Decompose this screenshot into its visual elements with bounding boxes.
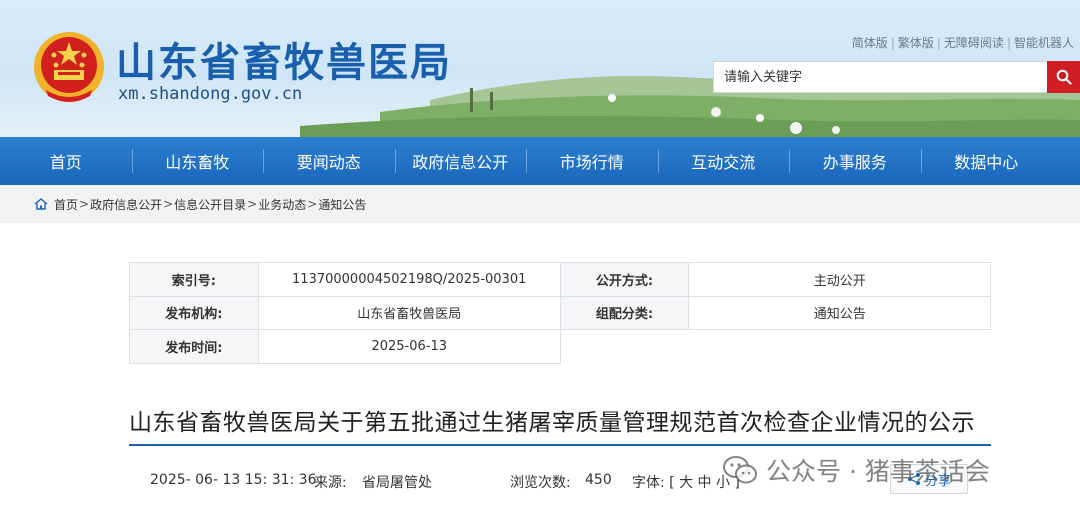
- nav-item-news[interactable]: 要闻动态: [263, 137, 395, 185]
- info-table: 索引号: 11370000004502198Q/2025-00301 公开方式:…: [129, 262, 991, 364]
- index-value: 11370000004502198Q/2025-00301: [257, 262, 561, 297]
- header-banner: 山东省畜牧兽医局 xm.shandong.gov.cn 简体版 | 繁体版 | 无障碍阅…: [0, 0, 1080, 137]
- views-label: 浏览次数:: [510, 475, 571, 491]
- empty-cell: [560, 329, 991, 363]
- breadcrumb-gov-info[interactable]: 政府信息公开: [90, 196, 162, 213]
- home-icon: [34, 198, 48, 210]
- link-accessible-reading[interactable]: 无障碍阅读: [944, 36, 1004, 50]
- mode-value: 主动公开: [688, 262, 991, 297]
- link-smart-robot[interactable]: 智能机器人: [1014, 36, 1074, 50]
- breadcrumb: 首页 > 政府信息公开 > 信息公开目录 > 业务动态 > 通知公告: [0, 185, 1080, 223]
- national-emblem-icon: [34, 32, 104, 102]
- nav-item-data-center[interactable]: 数据中心: [920, 137, 1053, 185]
- breadcrumb-separator: >: [307, 197, 318, 211]
- main-nav: 首页 山东畜牧 要闻动态 政府信息公开 市场行情 互动交流 办事服务 数据中心: [0, 137, 1080, 185]
- table-row: 发布时间: 2025-06-13: [129, 329, 991, 364]
- category-label: 组配分类:: [559, 295, 690, 330]
- views-count: 450: [585, 472, 612, 488]
- nav-item-gov-info[interactable]: 政府信息公开: [394, 137, 527, 185]
- title-divider: [129, 444, 991, 446]
- table-row: 索引号: 11370000004502198Q/2025-00301 公开方式:…: [129, 262, 991, 297]
- search-button[interactable]: [1047, 61, 1080, 93]
- link-traditional[interactable]: 繁体版: [898, 36, 934, 50]
- wechat-icon: [723, 456, 757, 484]
- breadcrumb-info-catalog[interactable]: 信息公开目录: [174, 196, 246, 213]
- top-links: 简体版 | 繁体版 | 无障碍阅读 | 智能机器人: [852, 34, 1074, 51]
- date-label: 发布时间:: [129, 329, 259, 364]
- nav-item-services[interactable]: 办事服务: [789, 137, 921, 185]
- breadcrumb-separator: >: [247, 197, 258, 211]
- date-value: 2025-06-13: [257, 329, 561, 364]
- org-label: 发布机构:: [129, 295, 259, 330]
- breadcrumb-business-news[interactable]: 业务动态: [258, 196, 306, 213]
- source-value: 省局屠管处: [362, 475, 432, 491]
- table-row: 发布机构: 山东省畜牧兽医局 组配分类: 通知公告: [129, 295, 991, 330]
- nav-item-market[interactable]: 市场行情: [526, 137, 658, 185]
- link-simplified[interactable]: 简体版: [852, 36, 888, 50]
- separator: |: [1006, 36, 1011, 50]
- mode-label: 公开方式:: [559, 262, 690, 297]
- article-title: 山东省畜牧兽医局关于第五批通过生猪屠宰质量管理规范首次检查企业情况的公示: [129, 410, 975, 436]
- search-icon: [1056, 69, 1072, 85]
- search-input[interactable]: [713, 61, 1048, 93]
- breadcrumb-separator: >: [163, 197, 174, 211]
- nav-item-home[interactable]: 首页: [0, 137, 132, 185]
- wechat-watermark: 公众号 · 猪事茶话会: [722, 452, 990, 488]
- site-title: 山东省畜牧兽医局: [116, 40, 452, 86]
- source-label: 来源:: [314, 475, 347, 491]
- breadcrumb-notices[interactable]: 通知公告: [318, 196, 366, 213]
- nav-item-interaction[interactable]: 互动交流: [657, 137, 790, 185]
- separator: |: [936, 36, 941, 50]
- site-domain: xm.shandong.gov.cn: [118, 84, 303, 104]
- watermark-text: 公众号 · 猪事茶话会: [766, 457, 990, 486]
- org-value: 山东省畜牧兽医局: [257, 295, 561, 330]
- index-label: 索引号:: [129, 262, 259, 297]
- breadcrumb-separator: >: [79, 197, 90, 211]
- breadcrumb-home[interactable]: 首页: [54, 196, 78, 213]
- article-datetime: 2025- 06- 13 15: 31: 36: [150, 472, 317, 488]
- category-value: 通知公告: [688, 295, 991, 330]
- nav-item-shandong-livestock[interactable]: 山东畜牧: [131, 137, 264, 185]
- separator: |: [890, 36, 895, 50]
